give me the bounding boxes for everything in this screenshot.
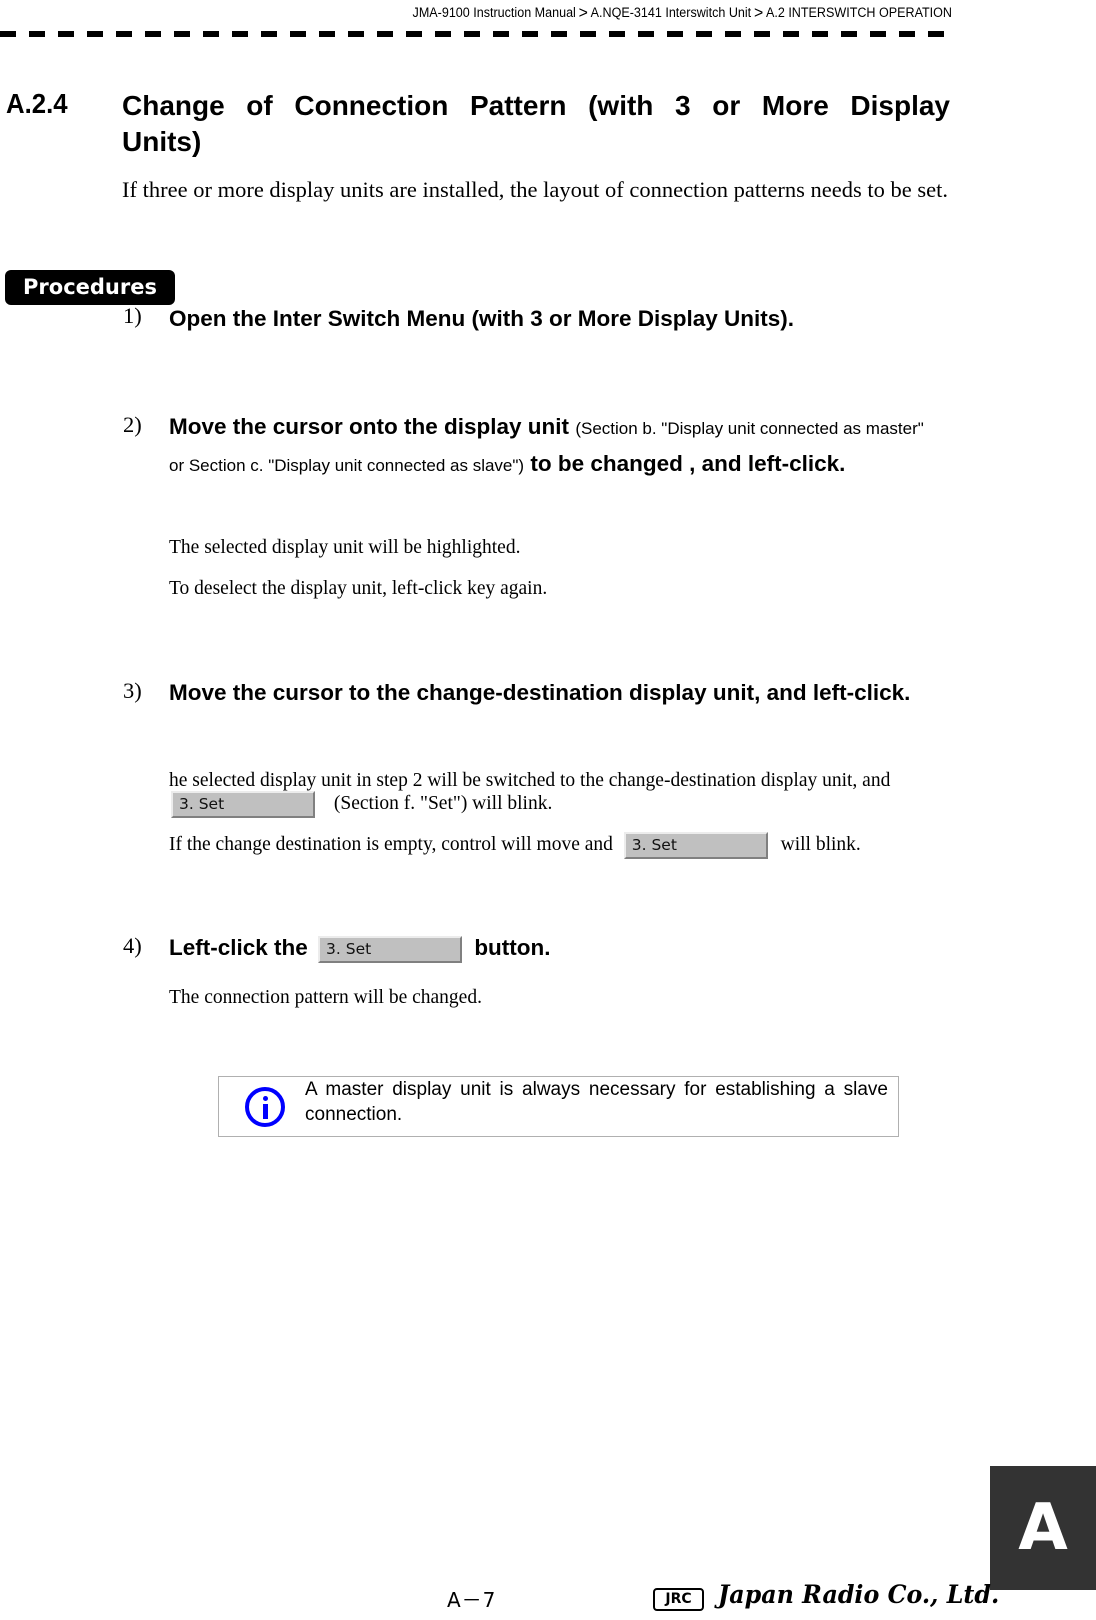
step-number: 3) (123, 678, 142, 703)
info-icon (245, 1087, 285, 1127)
step-body: 3. Set (Section f. "Set") will blink. (171, 791, 553, 819)
set-button[interactable]: 3. Set (171, 791, 315, 819)
step-number: 4) (123, 933, 142, 958)
breadcrumb-item: JMA-9100 Instruction Manual (412, 5, 576, 20)
page-number: A－7 (447, 1588, 497, 1612)
step-title-main: Left-click the (169, 935, 308, 960)
step-body-text: will blink. (780, 834, 861, 855)
info-note: A master display unit is always necessar… (218, 1076, 899, 1137)
step-body: To deselect the display unit, left-click… (169, 578, 548, 599)
set-button[interactable]: 3. Set (623, 832, 768, 860)
section-number: A.2.4 (6, 88, 68, 119)
step-title: Open the Inter Switch Menu (with 3 or Mo… (169, 306, 795, 331)
set-button[interactable]: 3. Set (318, 935, 463, 963)
step-title: Move the cursor onto the display unit (S… (169, 409, 943, 483)
step-body: If the change destination is empty, cont… (169, 832, 861, 860)
procedures-badge: Procedures (5, 270, 175, 305)
step-body: The selected display unit will be highli… (169, 537, 521, 558)
step-body-text: (Section f. "Set") will blink. (333, 793, 553, 814)
breadcrumb-separator: > (578, 3, 588, 22)
step-body: The connection pattern will be changed. (169, 987, 482, 1008)
chapter-tab: A (990, 1466, 1096, 1590)
step-number: 1) (123, 303, 142, 328)
step-title: Left-click the 3. Set button. (169, 930, 551, 965)
breadcrumb-item: A.2 INTERSWITCH OPERATION (765, 5, 952, 20)
breadcrumb: JMA-9100 Instruction Manual > A.NQE-3141 I… (67, 2, 952, 22)
note-text: A master display unit is always necessar… (305, 1079, 888, 1125)
section-title: Change of Connection Pattern (with 3 or … (122, 90, 950, 157)
step-title: Move the cursor to the change-destinatio… (169, 680, 911, 705)
section-intro: If three or more display units are insta… (122, 177, 948, 202)
breadcrumb-separator: > (753, 3, 764, 22)
step-body-text: If the change destination is empty, cont… (169, 834, 613, 855)
header-divider (0, 31, 952, 37)
company-name: Japan Radio Co., Ltd. (718, 1580, 1000, 1609)
step-body: he selected display unit in step 2 will … (169, 770, 891, 791)
step-title-main: Move the cursor onto the display unit (169, 414, 570, 439)
step-title-rest: button. (474, 935, 551, 960)
step-title-rest: to be changed , and left-click. (530, 451, 846, 476)
step-number: 2) (123, 412, 142, 437)
breadcrumb-item: A.NQE-3141 Interswitch Unit (590, 5, 752, 20)
jrc-logo: JRC (653, 1588, 704, 1611)
